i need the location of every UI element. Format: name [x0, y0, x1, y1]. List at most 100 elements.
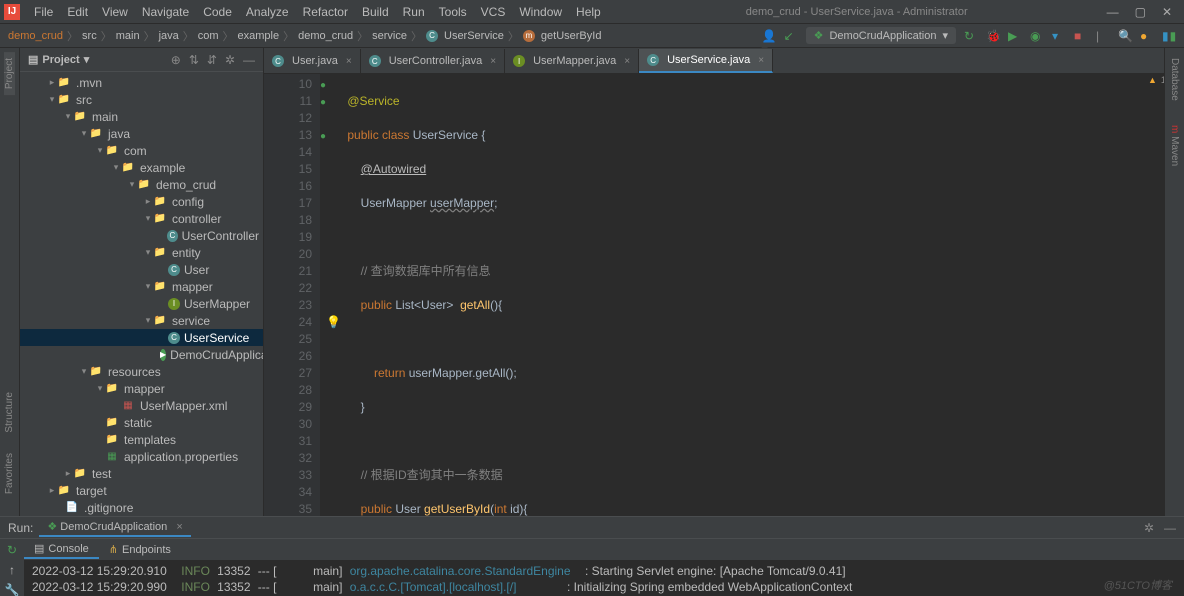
bc-democrud[interactable]: demo_crud: [298, 30, 353, 42]
tab-usermapper[interactable]: IUserMapper.java×: [505, 49, 639, 73]
bc-src[interactable]: src: [82, 30, 97, 42]
bc-main[interactable]: main: [116, 30, 140, 42]
close-icon[interactable]: ×: [346, 56, 352, 67]
separator: |: [1096, 29, 1110, 43]
bc-java[interactable]: java: [159, 30, 179, 42]
analysis-markers[interactable]: ▲ 1 ⌃ ⌄: [1148, 74, 1162, 85]
console-icon: ▤: [34, 542, 44, 555]
menu-run[interactable]: Run: [397, 3, 431, 21]
menu-edit[interactable]: Edit: [61, 3, 94, 21]
run-panel: Run: ❖ DemoCrudApplication × ✲ — ↻ ↑ 🔧 ▤…: [0, 516, 1184, 596]
close-icon[interactable]: ×: [624, 56, 630, 67]
menu-build[interactable]: Build: [356, 3, 395, 21]
method-icon: m: [523, 30, 535, 42]
folder-icon: ▤: [28, 53, 38, 66]
console-tab[interactable]: ▤ Console: [24, 540, 99, 559]
project-tree[interactable]: ▸📁.mvn ▾📁src ▾📁main ▾📁java ▾📁com ▾📁examp…: [20, 72, 263, 516]
tree-selected: CUserService: [20, 329, 263, 346]
stop-icon[interactable]: ■: [1074, 29, 1088, 43]
run-config-label: DemoCrudApplication: [829, 30, 936, 42]
bc-example[interactable]: example: [238, 30, 280, 42]
endpoints-tab[interactable]: ⋔ Endpoints: [99, 541, 181, 558]
rerun-icon[interactable]: ↻: [964, 29, 978, 43]
expand-icon[interactable]: ⇅: [189, 53, 199, 67]
gear-icon[interactable]: ✲: [225, 53, 235, 67]
project-pane: ▤ Project ▾ ⊕ ⇅ ⇵ ✲ — ▸📁.mvn ▾📁src ▾📁mai…: [20, 48, 264, 516]
tab-userservice[interactable]: CUserService.java×: [639, 49, 773, 73]
editor-pane: CUser.java× CUserController.java× IUserM…: [264, 48, 1164, 516]
menu-view[interactable]: View: [96, 3, 134, 21]
menu-refactor[interactable]: Refactor: [297, 3, 354, 21]
favorites-tool-tab[interactable]: Favorites: [4, 447, 15, 500]
minimize-icon[interactable]: —: [1107, 5, 1119, 19]
bc-com[interactable]: com: [198, 30, 219, 42]
tab-user[interactable]: CUser.java×: [264, 49, 361, 73]
trailing-icon[interactable]: ▮▮: [1162, 29, 1176, 43]
menu-navigate[interactable]: Navigate: [136, 3, 195, 21]
menu-window[interactable]: Window: [513, 3, 568, 21]
close-icon[interactable]: ×: [176, 521, 182, 533]
close-icon[interactable]: ×: [490, 56, 496, 67]
gutter[interactable]: 10●11●1213●1415161718192021222324💡252627…: [264, 74, 320, 516]
app-icon: IJ: [4, 4, 20, 20]
menu-help[interactable]: Help: [570, 3, 607, 21]
database-tool-tab[interactable]: Database: [1169, 52, 1180, 107]
build-icon[interactable]: ↙: [784, 29, 798, 43]
console-output[interactable]: 2022-03-12 15:29:20.910 INFO 13352 --- […: [24, 561, 1184, 596]
editor-tabs: CUser.java× CUserController.java× IUserM…: [264, 48, 1164, 74]
menu-tools[interactable]: Tools: [433, 3, 473, 21]
debug-icon[interactable]: 🐞: [986, 29, 1000, 43]
spring-icon: ❖: [47, 521, 57, 533]
avatar-icon[interactable]: ●: [1140, 29, 1154, 43]
menu-analyze[interactable]: Analyze: [240, 3, 295, 21]
target-icon[interactable]: ⊕: [171, 53, 181, 67]
hide-icon[interactable]: —: [1164, 521, 1176, 535]
user-icon[interactable]: 👤▾: [762, 29, 776, 43]
wrench-icon[interactable]: 🔧: [5, 583, 20, 596]
structure-tool-tab[interactable]: Structure: [4, 386, 15, 439]
bc-root[interactable]: demo_crud: [8, 30, 63, 42]
collapse-icon[interactable]: ⇵: [207, 53, 217, 67]
warning-count: 1: [1161, 75, 1164, 85]
bc-method[interactable]: getUserById: [541, 30, 602, 42]
spring-icon: ❖: [814, 29, 824, 42]
maximize-icon[interactable]: ▢: [1135, 5, 1146, 19]
maven-tool-tab[interactable]: m Maven: [1169, 119, 1180, 172]
attach-icon[interactable]: ▾: [1052, 29, 1066, 43]
tab-usercontroller[interactable]: CUserController.java×: [361, 49, 505, 73]
profile-icon[interactable]: ◉: [1030, 29, 1044, 43]
close-icon[interactable]: ✕: [1162, 5, 1172, 19]
window-controls: — ▢ ✕: [1107, 5, 1180, 19]
rerun-icon[interactable]: ↻: [7, 543, 17, 557]
code-body[interactable]: @Service public class UserService { @Aut…: [320, 74, 1164, 516]
search-icon[interactable]: 🔍: [1118, 29, 1132, 43]
breadcrumb: demo_crud〉 src〉 main〉 java〉 com〉 example…: [8, 28, 601, 44]
class-icon: C: [426, 30, 438, 42]
menubar: File Edit View Navigate Code Analyze Ref…: [28, 3, 607, 21]
run-config-select[interactable]: ❖ DemoCrudApplication ▾: [806, 27, 956, 44]
run-body: ↻ ↑ 🔧 ▤ Console ⋔ Endpoints 2022-03-12 1…: [0, 539, 1184, 596]
toolbar: 👤▾ ↙ ❖ DemoCrudApplication ▾ ↻ 🐞 ▶ ◉ ▾ ■…: [762, 27, 1176, 44]
run-left-toolbar: ↻ ↑ 🔧: [0, 539, 24, 596]
run-config-tab[interactable]: ❖ DemoCrudApplication ×: [39, 518, 190, 537]
chevron-down-icon[interactable]: ▾: [84, 53, 90, 66]
run-header: Run: ❖ DemoCrudApplication × ✲ —: [0, 517, 1184, 539]
titlebar: IJ File Edit View Navigate Code Analyze …: [0, 0, 1184, 24]
menu-vcs[interactable]: VCS: [475, 3, 512, 21]
menu-code[interactable]: Code: [197, 3, 238, 21]
left-tool-stripe: Project Structure Favorites: [0, 48, 20, 516]
chevron-down-icon: ▾: [942, 29, 948, 42]
bc-class[interactable]: UserService: [444, 30, 504, 42]
hide-icon[interactable]: —: [243, 53, 255, 67]
main-area: Project Structure Favorites ▤ Project ▾ …: [0, 48, 1184, 516]
gear-icon[interactable]: ✲: [1144, 521, 1154, 535]
bc-service[interactable]: service: [372, 30, 407, 42]
code-area[interactable]: 10●11●1213●1415161718192021222324💡252627…: [264, 74, 1164, 516]
close-icon[interactable]: ×: [758, 55, 764, 66]
up-icon[interactable]: ↑: [9, 563, 15, 577]
coverage-icon[interactable]: ▶: [1008, 29, 1022, 43]
project-label[interactable]: Project: [42, 54, 79, 66]
window-title: demo_crud - UserService.java - Administr…: [607, 6, 1107, 18]
project-tool-tab[interactable]: Project: [4, 52, 15, 95]
menu-file[interactable]: File: [28, 3, 59, 21]
